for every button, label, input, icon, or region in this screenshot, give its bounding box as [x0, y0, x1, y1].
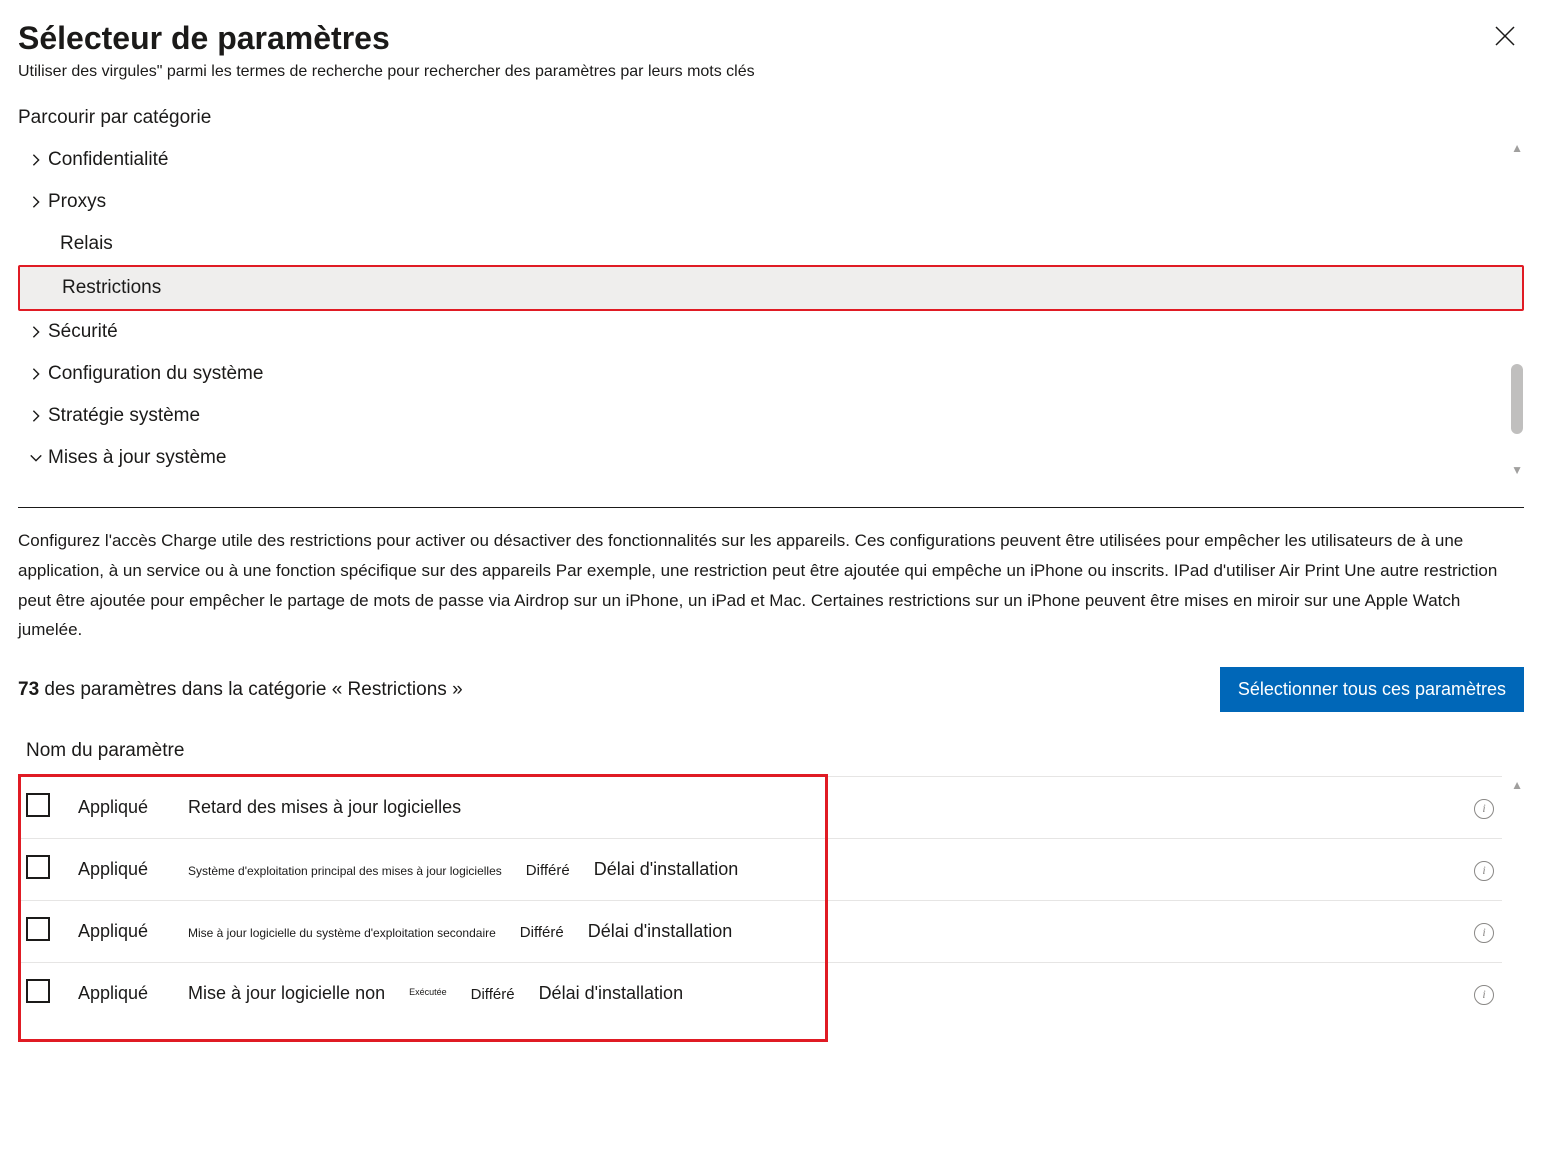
tree-item-restrictions[interactable]: Restrictions	[18, 265, 1524, 311]
settings-table: Appliqué Retard des mises à jour logiciel…	[18, 776, 1502, 1024]
tree-item-label: Stratégie système	[48, 405, 200, 427]
tree-item-label: Sécurité	[48, 321, 118, 343]
scroll-up-icon[interactable]: ▲	[1509, 139, 1525, 157]
settings-count: 73 des paramètres dans la catégorie « Re…	[18, 679, 463, 701]
setting-name-part: Délai d'installation	[594, 859, 739, 879]
category-description: Configurez l'accès Charge utile des rest…	[18, 526, 1518, 645]
close-button[interactable]	[1486, 20, 1524, 56]
scroll-down-icon[interactable]: ▼	[1509, 461, 1525, 479]
chevron-right-icon[interactable]	[24, 153, 48, 167]
info-icon[interactable]: i	[1474, 799, 1494, 819]
info-icon[interactable]: i	[1474, 861, 1494, 881]
chevron-right-icon[interactable]	[24, 367, 48, 381]
settings-scrollbar[interactable]: ▲	[1510, 776, 1524, 1024]
applied-label: Appliqué	[70, 963, 180, 1025]
tree-item-label: Relais	[60, 233, 113, 255]
browse-by-category-label: Parcourir par catégorie	[18, 107, 1524, 129]
scroll-thumb[interactable]	[1511, 364, 1523, 434]
applied-label: Appliqué	[70, 901, 180, 963]
row-checkbox[interactable]	[26, 793, 50, 817]
chevron-right-icon[interactable]	[24, 325, 48, 339]
tree-item-mises-jour-syst-me[interactable]: Mises à jour système	[18, 437, 1524, 479]
page-title: Sélecteur de paramètres	[18, 20, 755, 57]
tree-scrollbar[interactable]: ▲ ▼	[1510, 139, 1524, 479]
tree-item-label: Configuration du système	[48, 363, 263, 385]
setting-name-part: Retard des mises à jour logicielles	[188, 797, 461, 817]
info-icon[interactable]: i	[1474, 923, 1494, 943]
tree-item-s-curit-[interactable]: Sécurité	[18, 311, 1524, 353]
table-row: Appliqué Mise à jour logicielle non Exécut…	[18, 963, 1502, 1025]
chevron-right-icon[interactable]	[24, 195, 48, 209]
setting-name-part: Mise à jour logicielle du système d'expl…	[188, 926, 496, 940]
chevron-right-icon[interactable]	[24, 409, 48, 423]
tree-item-proxys[interactable]: Proxys	[18, 181, 1524, 223]
select-all-button[interactable]: Sélectionner tous ces paramètres	[1220, 667, 1524, 712]
setting-name-part: Mise à jour logicielle non	[188, 983, 385, 1003]
category-tree: Confidentialité Proxys Relais Restrictions S…	[18, 139, 1524, 479]
divider	[18, 507, 1524, 508]
setting-name: Retard des mises à jour logicielles	[180, 777, 1456, 839]
tree-item-relais[interactable]: Relais	[18, 223, 1524, 265]
setting-name-part: Délai d'installation	[539, 983, 684, 1003]
setting-name: Mise à jour logicielle non Exécutée Différ…	[180, 963, 1456, 1025]
setting-name-part: Différé	[526, 862, 570, 879]
row-checkbox[interactable]	[26, 979, 50, 1003]
info-icon[interactable]: i	[1474, 985, 1494, 1005]
setting-name-part: Système d'exploitation principal des mis…	[188, 864, 502, 878]
row-checkbox[interactable]	[26, 917, 50, 941]
tree-item-configuration-du-syst-me[interactable]: Configuration du système	[18, 353, 1524, 395]
table-row: Appliqué Mise à jour logicielle du systèm…	[18, 901, 1502, 963]
table-row: Appliqué Retard des mises à jour logiciel…	[18, 777, 1502, 839]
applied-label: Appliqué	[70, 777, 180, 839]
setting-name-part: Différé	[520, 924, 564, 941]
tree-item-label: Restrictions	[62, 277, 161, 299]
setting-name-part: Différé	[471, 986, 515, 1003]
setting-name: Mise à jour logicielle du système d'expl…	[180, 901, 1456, 963]
tree-item-label: Mises à jour système	[48, 447, 226, 469]
setting-name-part: Délai d'installation	[588, 921, 733, 941]
tree-item-label: Confidentialité	[48, 149, 168, 171]
row-checkbox[interactable]	[26, 855, 50, 879]
close-icon	[1494, 25, 1516, 47]
applied-label: Appliqué	[70, 839, 180, 901]
setting-name: Système d'exploitation principal des mis…	[180, 839, 1456, 901]
column-header-setting-name: Nom du paramètre	[26, 740, 1524, 762]
tree-item-label: Proxys	[48, 191, 106, 213]
page-subtitle: Utiliser des virgules" parmi les termes …	[18, 63, 755, 81]
table-row: Appliqué Système d'exploitation principal…	[18, 839, 1502, 901]
chevron-down-icon[interactable]	[24, 451, 48, 465]
tree-item-strat-gie-syst-me[interactable]: Stratégie système	[18, 395, 1524, 437]
tree-item-confidentialit-[interactable]: Confidentialité	[18, 139, 1524, 181]
scroll-up-icon[interactable]: ▲	[1509, 776, 1525, 794]
setting-name-part: Exécutée	[409, 987, 447, 997]
